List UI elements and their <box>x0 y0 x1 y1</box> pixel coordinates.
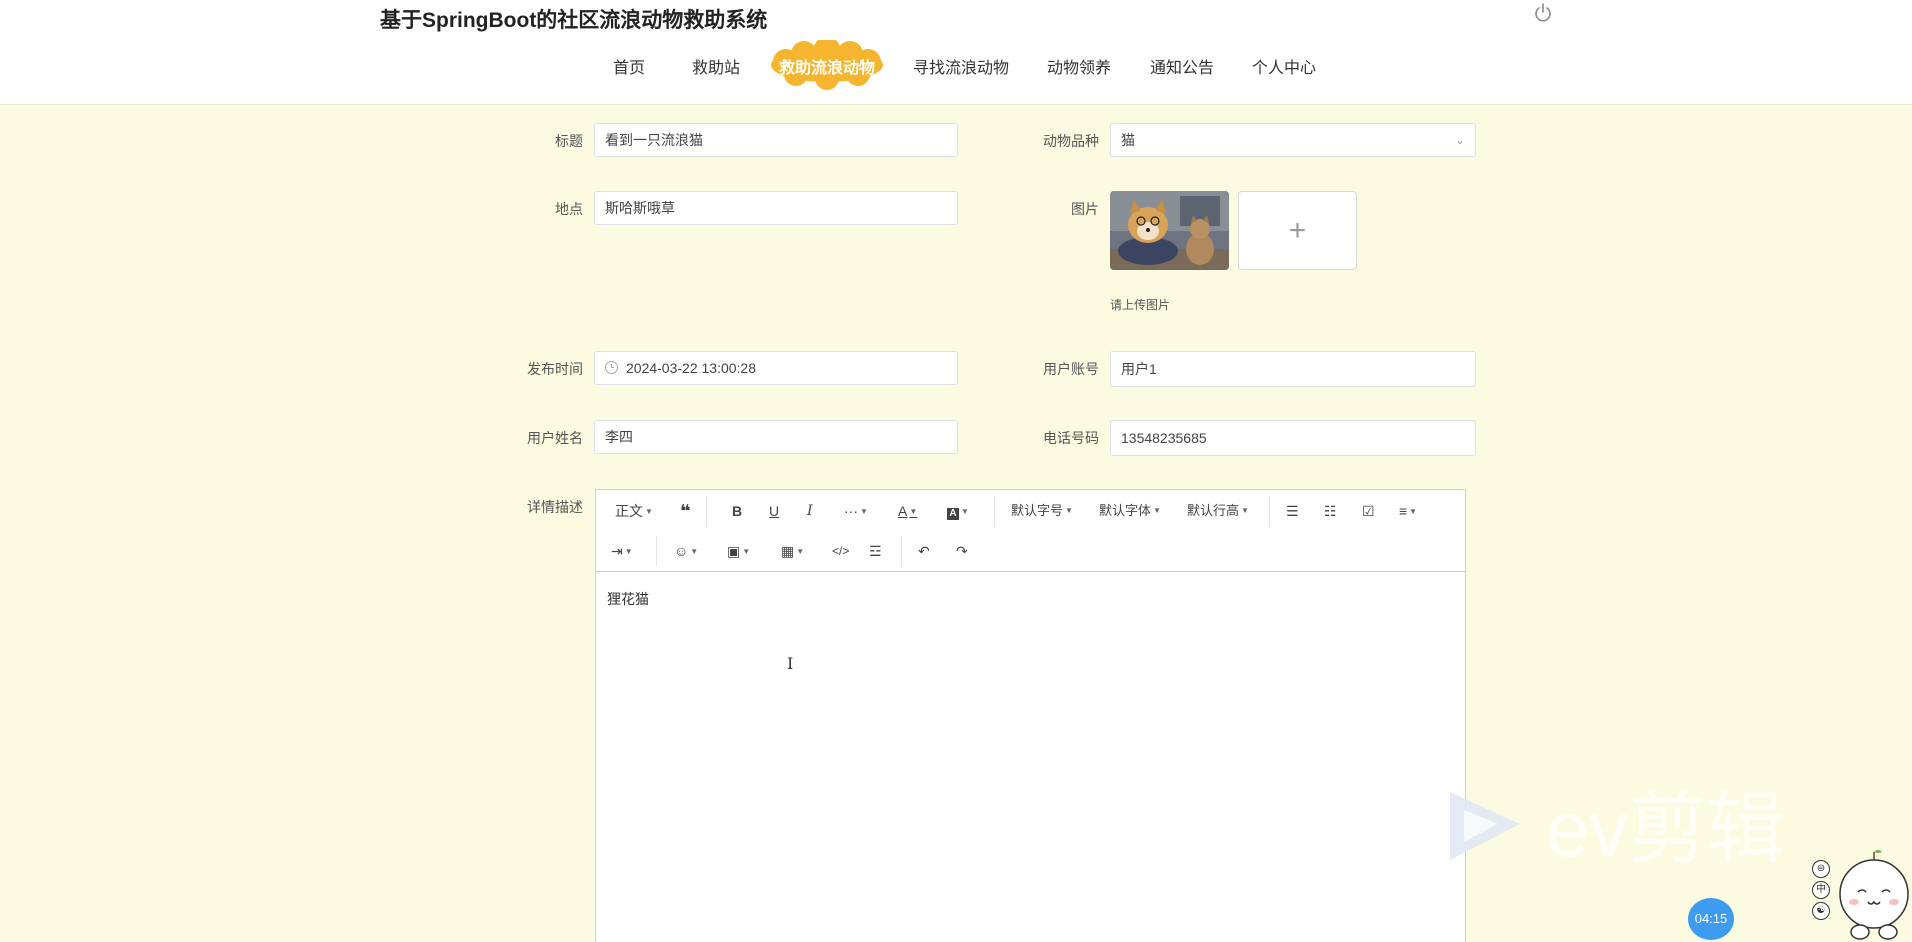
phone-input[interactable]: 13548235685 <box>1110 420 1476 456</box>
bulleted-list-icon[interactable]: ☰ <box>1286 501 1299 521</box>
font-family-label: 默认字体 <box>1099 503 1152 518</box>
font-color-icon[interactable]: A ▼ <box>898 501 917 521</box>
uploaded-image-thumbnail[interactable] <box>1110 191 1229 270</box>
site-title: 基于SpringBoot的社区流浪动物救助系统 <box>380 9 768 32</box>
todo-checkbox-icon[interactable]: ☑ <box>1362 501 1375 521</box>
side-tool-1-icon[interactable]: ⊜ <box>1812 860 1830 878</box>
font-size-label: 默认字号 <box>1011 503 1064 518</box>
detail-label: 详情描述 <box>527 499 583 515</box>
mascot-icon[interactable] <box>1836 848 1912 942</box>
location-label: 地点 <box>555 201 583 217</box>
nav-rescue-animals[interactable]: 救助流浪动物 <box>766 40 888 90</box>
side-tools: ⊜ 中 ☯ <box>1812 860 1832 923</box>
power-icon[interactable] <box>1532 2 1554 24</box>
italic-icon[interactable]: I <box>807 501 813 521</box>
editor-toolbar: 正文 ▼ ❝ B U I ··· ▼ A ▼ A ▼ 默认字号 ▼ 默认字体 ▼ 默认行高 ▼… <box>596 490 1465 572</box>
breed-label: 动物品种 <box>1043 133 1099 149</box>
paragraph-format-dropdown[interactable]: 正文 ▼ <box>615 501 653 521</box>
line-height-dropdown[interactable]: 默认行高 ▼ <box>1187 501 1249 521</box>
location-input[interactable]: 斯哈斯哦草 <box>594 191 958 225</box>
nav-find-animals[interactable]: 寻找流浪动物 <box>913 54 1009 78</box>
emoji-icon[interactable]: ☺ ▼ <box>674 541 698 561</box>
rich-text-editor: 正文 ▼ ❝ B U I ··· ▼ A ▼ A ▼ 默认字号 ▼ 默认字体 ▼ 默认行高 ▼… <box>595 489 1466 942</box>
recording-timer[interactable]: 04:15 <box>1688 898 1734 940</box>
font-size-dropdown[interactable]: 默认字号 ▼ <box>1011 501 1073 521</box>
clock-icon <box>605 361 618 374</box>
plus-icon: + <box>1288 214 1307 247</box>
nav-notices[interactable]: 通知公告 <box>1150 54 1214 78</box>
main-nav: 首页 救助站 救助流浪动物 寻找流浪动物 动物领养 通知公告 个人中心 <box>0 40 1912 90</box>
divider-icon[interactable]: ☲ <box>869 541 882 561</box>
insert-table-icon[interactable]: ▦ ▼ <box>781 541 804 561</box>
title-input[interactable]: 看到一只流浪猫 <box>594 123 958 157</box>
insert-image-icon[interactable]: ▣ ▼ <box>727 541 750 561</box>
nav-rescue-station[interactable]: 救助站 <box>692 54 740 78</box>
align-icon[interactable]: ≡ ▼ <box>1399 501 1417 521</box>
name-label: 用户姓名 <box>527 430 583 446</box>
underline-icon[interactable]: U <box>769 501 779 521</box>
nav-rescue-animals-label: 救助流浪动物 <box>778 60 875 77</box>
code-icon[interactable]: </> <box>832 541 849 561</box>
undo-icon[interactable]: ↶ <box>918 541 930 561</box>
account-label: 用户账号 <box>1043 361 1099 377</box>
bold-icon[interactable]: B <box>732 501 742 521</box>
upload-hint: 请上传图片 <box>1110 298 1171 312</box>
side-tool-3-icon[interactable]: ☯ <box>1812 902 1830 920</box>
image-upload-button[interactable]: + <box>1238 191 1357 270</box>
title-label: 标题 <box>555 133 583 149</box>
phone-label: 电话号码 <box>1043 430 1099 446</box>
breed-select[interactable]: 猫 ⌄ <box>1110 123 1476 157</box>
text-cursor-icon: I <box>787 654 794 673</box>
side-tool-language-icon[interactable]: 中 <box>1812 881 1830 899</box>
breed-select-value: 猫 <box>1121 132 1135 148</box>
line-height-label: 默认行高 <box>1187 503 1240 518</box>
quote-icon[interactable]: ❝ <box>680 501 691 521</box>
watermark-text: ev剪辑 <box>1546 785 1784 873</box>
image-label: 图片 <box>1071 201 1099 217</box>
publish-time-value: 2024-03-22 13:00:28 <box>626 360 756 376</box>
nav-home[interactable]: 首页 <box>613 54 645 78</box>
font-family-dropdown[interactable]: 默认字体 ▼ <box>1099 501 1161 521</box>
publish-time-input[interactable]: 2024-03-22 13:00:28 <box>594 351 958 385</box>
account-input[interactable]: 用户1 <box>1110 351 1476 387</box>
video-watermark: ev剪辑 <box>1446 780 1826 885</box>
more-styles-icon[interactable]: ··· ▼ <box>844 501 868 521</box>
numbered-list-icon[interactable]: ☷ <box>1324 501 1337 521</box>
dog-and-cat-photo-icon <box>1110 191 1229 270</box>
editor-content[interactable]: 狸花猫 <box>607 589 649 609</box>
indent-icon[interactable]: ⇥ ▼ <box>611 541 633 561</box>
name-input[interactable]: 李四 <box>594 420 958 454</box>
chevron-down-icon: ⌄ <box>1454 133 1465 147</box>
publish-time-label: 发布时间 <box>527 361 583 377</box>
background-color-icon[interactable]: A ▼ <box>947 501 969 521</box>
nav-adoption[interactable]: 动物领养 <box>1047 54 1111 78</box>
redo-icon[interactable]: ↷ <box>956 541 968 561</box>
page: 基于SpringBoot的社区流浪动物救助系统 首页 救助站 救助流浪动物 寻找… <box>0 0 1912 942</box>
nav-personal-center[interactable]: 个人中心 <box>1252 54 1316 78</box>
paragraph-format-label: 正文 <box>615 503 643 519</box>
header: 基于SpringBoot的社区流浪动物救助系统 首页 救助站 救助流浪动物 寻找… <box>0 0 1912 105</box>
